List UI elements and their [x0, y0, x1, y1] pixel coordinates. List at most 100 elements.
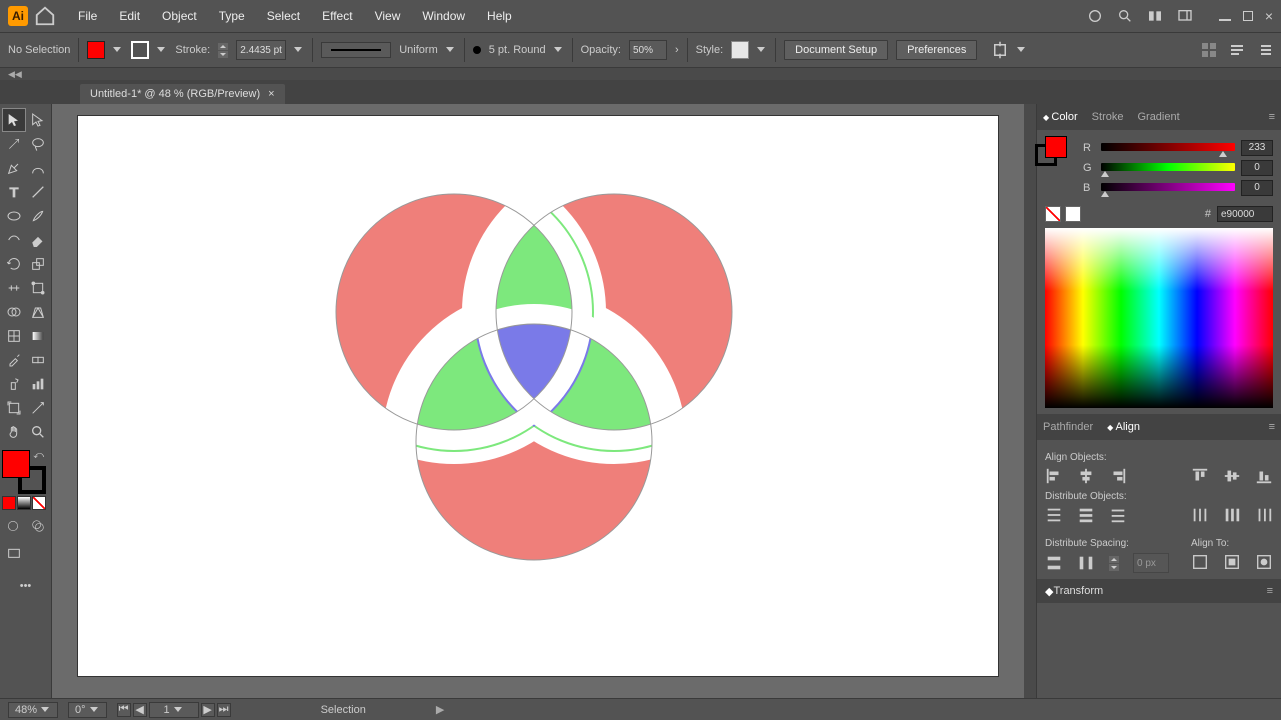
next-page-icon[interactable]: ▶	[201, 703, 215, 717]
tab-gradient[interactable]: Gradient	[1137, 111, 1179, 123]
blend-tool[interactable]	[26, 348, 50, 372]
paintbrush-tool[interactable]	[26, 204, 50, 228]
list-icon[interactable]	[1257, 42, 1273, 58]
close-tab-icon[interactable]: ×	[268, 88, 274, 100]
prev-page-icon[interactable]: ◀	[133, 703, 147, 717]
align-right-icon[interactable]	[1109, 467, 1127, 485]
free-transform-tool[interactable]	[26, 276, 50, 300]
column-graph-tool[interactable]	[26, 372, 50, 396]
grid-icon[interactable]	[1201, 42, 1217, 58]
selection-tool[interactable]	[2, 108, 26, 132]
fill-stroke-control[interactable]: ⤺	[2, 450, 46, 494]
align-target-icon[interactable]	[991, 41, 1009, 59]
slice-tool[interactable]	[26, 396, 50, 420]
curvature-tool[interactable]	[26, 156, 50, 180]
stroke-profile[interactable]	[321, 42, 391, 58]
page-field[interactable]: 1	[149, 702, 199, 718]
minimize-icon[interactable]	[1219, 19, 1231, 21]
tab-pathfinder[interactable]: Pathfinder	[1043, 421, 1093, 433]
stroke-dropdown-icon[interactable]	[157, 45, 167, 55]
stroke-swatch[interactable]	[131, 41, 149, 59]
last-page-icon[interactable]: ⏭	[217, 703, 231, 717]
eyedropper-tool[interactable]	[2, 348, 26, 372]
menu-file[interactable]: File	[70, 5, 105, 27]
magic-wand-tool[interactable]	[2, 132, 26, 156]
dist-top-icon[interactable]	[1045, 506, 1063, 524]
dist-vcenter-icon[interactable]	[1077, 506, 1095, 524]
align-to-artboard-icon[interactable]	[1223, 553, 1241, 571]
dist-right-icon[interactable]	[1255, 506, 1273, 524]
maximize-icon[interactable]	[1243, 11, 1253, 21]
menu-select[interactable]: Select	[259, 5, 308, 27]
swap-icon[interactable]: ⤺	[33, 450, 44, 461]
stroke-dd-icon[interactable]	[294, 45, 304, 55]
flow-icon[interactable]	[1229, 42, 1245, 58]
first-page-icon[interactable]: ⏮	[117, 703, 131, 717]
color-mode-none[interactable]	[32, 496, 46, 510]
home-icon[interactable]	[34, 5, 56, 27]
shape-builder-tool[interactable]	[2, 300, 26, 324]
draw-normal-icon[interactable]	[2, 514, 24, 538]
opacity-field[interactable]	[629, 40, 667, 60]
tab-align[interactable]: Align	[1107, 421, 1140, 433]
eraser-tool[interactable]	[26, 228, 50, 252]
expand-strip[interactable]: ◀◀	[0, 68, 1281, 80]
dist-left-icon[interactable]	[1191, 506, 1209, 524]
dist-hcenter-icon[interactable]	[1223, 506, 1241, 524]
color-spectrum[interactable]	[1045, 228, 1273, 408]
toolbox-more-icon[interactable]: •••	[2, 574, 49, 598]
align-hcenter-icon[interactable]	[1077, 467, 1095, 485]
transform-panel-header[interactable]: ◆ Transform ≡	[1037, 579, 1281, 603]
brush-dd-icon[interactable]	[554, 45, 564, 55]
dist-hspace-icon[interactable]	[1077, 554, 1095, 572]
r-slider[interactable]	[1101, 143, 1235, 153]
perspective-tool[interactable]	[26, 300, 50, 324]
hand-tool[interactable]	[2, 420, 26, 444]
panel-menu-icon[interactable]: ≡	[1269, 421, 1275, 433]
g-slider[interactable]	[1101, 163, 1235, 173]
tab-color[interactable]: Color	[1043, 111, 1078, 123]
color-mode-solid[interactable]	[2, 496, 16, 510]
document-setup-button[interactable]: Document Setup	[784, 40, 888, 60]
menu-edit[interactable]: Edit	[111, 5, 148, 27]
stroke-stepper[interactable]	[218, 43, 228, 58]
rotate-field[interactable]: 0°	[68, 702, 107, 718]
color-mode-gradient[interactable]	[17, 496, 31, 510]
cloud-icon[interactable]	[1087, 8, 1103, 24]
fill-dropdown-icon[interactable]	[113, 45, 123, 55]
type-tool[interactable]	[2, 180, 26, 204]
width-tool[interactable]	[2, 276, 26, 300]
fill-color-icon[interactable]	[2, 450, 30, 478]
lasso-tool[interactable]	[26, 132, 50, 156]
style-dd-icon[interactable]	[757, 45, 767, 55]
g-value[interactable]: 0	[1241, 160, 1273, 176]
mesh-tool[interactable]	[2, 324, 26, 348]
fill-swatch[interactable]	[87, 41, 105, 59]
style-swatch[interactable]	[731, 41, 749, 59]
none-swatch[interactable]	[1045, 206, 1061, 222]
panel-fill-swatch[interactable]	[1045, 136, 1067, 158]
dist-vspace-icon[interactable]	[1045, 554, 1063, 572]
tab-stroke[interactable]: Stroke	[1092, 111, 1124, 123]
spacing-stepper[interactable]	[1109, 556, 1119, 571]
menu-window[interactable]: Window	[414, 5, 473, 27]
line-tool[interactable]	[26, 180, 50, 204]
status-expand-icon[interactable]: ▶	[436, 703, 444, 716]
b-slider[interactable]	[1101, 183, 1235, 193]
align-top-icon[interactable]	[1191, 467, 1209, 485]
panel-menu-icon[interactable]: ≡	[1269, 111, 1275, 123]
profile-dd-icon[interactable]	[446, 45, 456, 55]
hex-field[interactable]	[1217, 206, 1273, 222]
panel-menu-icon[interactable]: ≡	[1267, 585, 1273, 597]
r-value[interactable]: 233	[1241, 140, 1273, 156]
zoom-tool[interactable]	[26, 420, 50, 444]
align-bottom-icon[interactable]	[1255, 467, 1273, 485]
stroke-weight-field[interactable]	[236, 40, 286, 60]
arrange-icon[interactable]	[1147, 8, 1163, 24]
ellipse-tool[interactable]	[2, 204, 26, 228]
b-value[interactable]: 0	[1241, 180, 1273, 196]
menu-help[interactable]: Help	[479, 5, 520, 27]
rotate-tool[interactable]	[2, 252, 26, 276]
document-tab[interactable]: Untitled-1* @ 48 % (RGB/Preview) ×	[80, 84, 285, 104]
pen-tool[interactable]	[2, 156, 26, 180]
